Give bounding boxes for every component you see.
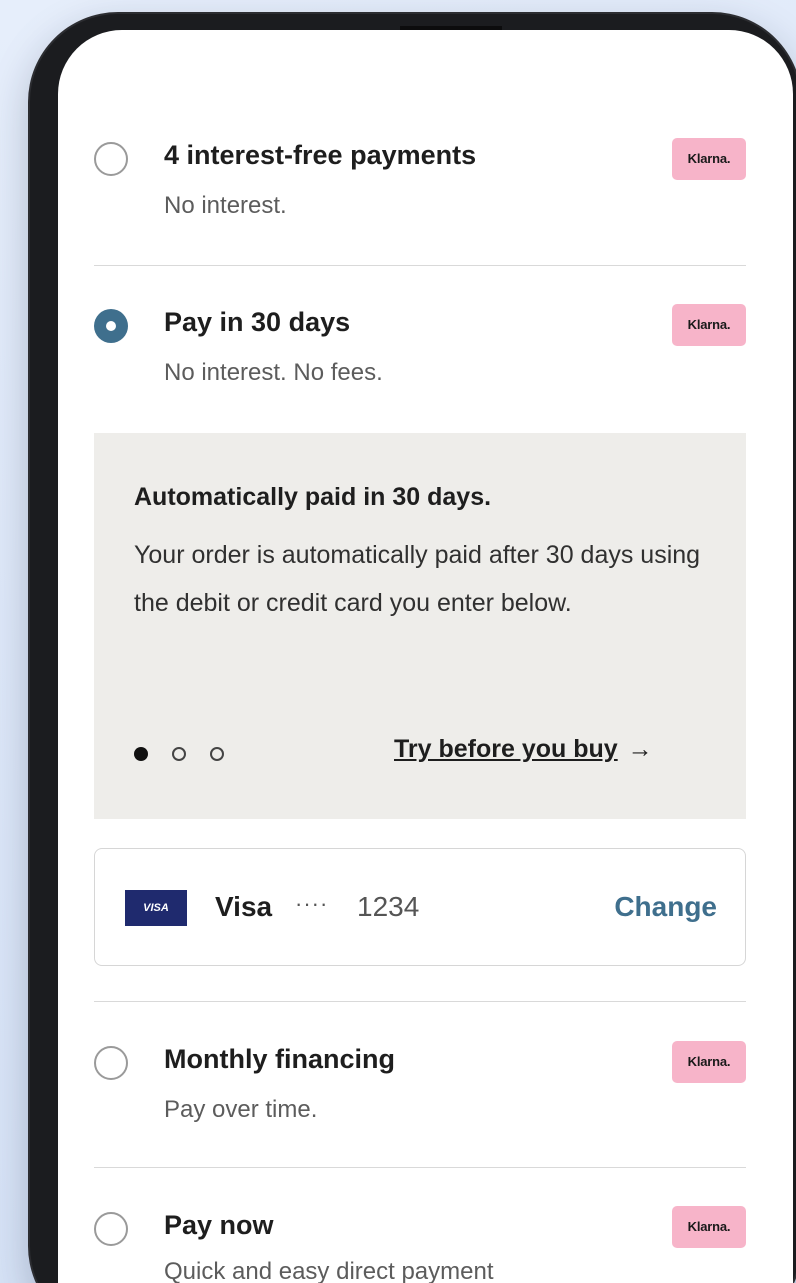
klarna-badge: Klarna. bbox=[672, 304, 746, 346]
option-title: Monthly financing bbox=[164, 1044, 395, 1074]
card-brand: Visa bbox=[215, 891, 273, 922]
info-title: Automatically paid in 30 days. bbox=[134, 483, 492, 511]
payment-option-monthly-financing[interactable]: Monthly financing Pay over time. Klarna. bbox=[94, 1041, 746, 1144]
payment-option-pay-in-30-days[interactable]: Pay in 30 days No interest. No fees. Kla… bbox=[94, 304, 746, 407]
klarna-badge: Klarna. bbox=[672, 1206, 746, 1248]
try-before-you-buy-link[interactable]: Try before you buy → bbox=[394, 735, 653, 764]
card-last4: 1234 bbox=[357, 891, 420, 922]
klarna-badge: Klarna. bbox=[672, 1041, 746, 1083]
visa-logo-icon: VISA bbox=[125, 890, 187, 926]
payment-options-screen: 4 interest-free payments No interest. Kl… bbox=[58, 30, 793, 1283]
option-title: Pay now bbox=[164, 1210, 274, 1240]
option-subtitle: No interest. No fees. bbox=[164, 359, 383, 386]
radio-button[interactable] bbox=[94, 1046, 128, 1080]
option-title: Pay in 30 days bbox=[164, 307, 351, 337]
carousel-dot-active[interactable] bbox=[134, 747, 148, 761]
carousel-dot[interactable] bbox=[172, 747, 186, 761]
info-panel: Automatically paid in 30 days. Your orde… bbox=[94, 433, 746, 819]
klarna-badge: Klarna. bbox=[672, 138, 746, 180]
option-subtitle: No interest. bbox=[164, 192, 287, 219]
info-body: Your order is automatically paid after 3… bbox=[134, 541, 701, 617]
carousel-dot[interactable] bbox=[210, 747, 224, 761]
radio-button[interactable] bbox=[94, 1212, 128, 1246]
payment-option-pay-now[interactable]: Pay now Quick and easy direct payment Kl… bbox=[94, 1206, 746, 1283]
divider bbox=[94, 265, 746, 266]
option-title: 4 interest-free payments bbox=[164, 140, 477, 170]
radio-button-selected[interactable] bbox=[94, 309, 128, 343]
divider bbox=[94, 1001, 746, 1002]
divider bbox=[94, 1167, 746, 1168]
option-subtitle: Pay over time. bbox=[164, 1096, 318, 1123]
card-mask: ···· bbox=[295, 891, 329, 916]
radio-button[interactable] bbox=[94, 142, 128, 176]
arrow-right-icon: → bbox=[627, 735, 653, 763]
link-label: Try before you buy bbox=[394, 735, 618, 763]
option-subtitle: Quick and easy direct payment bbox=[164, 1258, 494, 1283]
payment-option-4-interest-free[interactable]: 4 interest-free payments No interest. Kl… bbox=[94, 138, 746, 240]
saved-card: VISA Visa ···· 1234 Change bbox=[94, 848, 746, 966]
change-card-button[interactable]: Change bbox=[614, 891, 717, 923]
